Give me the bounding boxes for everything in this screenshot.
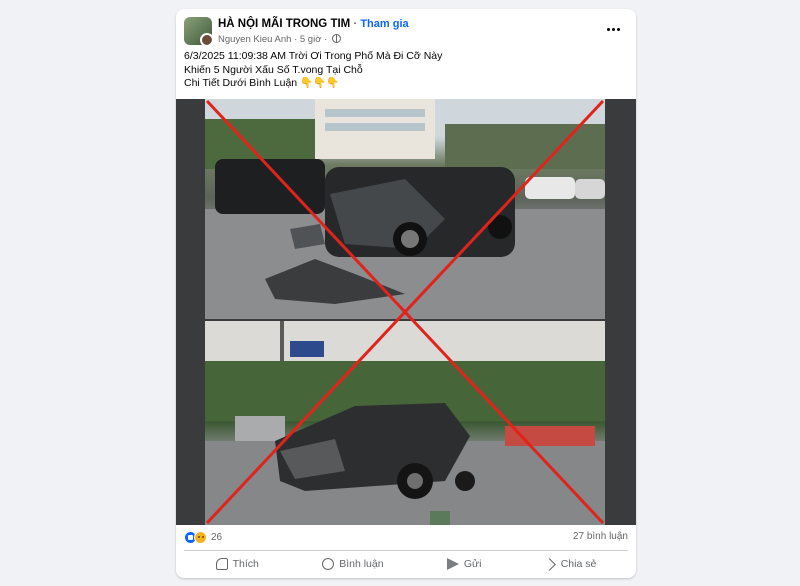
post-text: 6/3/2025 11:09:38 AM Trời Ơi Trong Phố M…	[184, 50, 624, 91]
join-group-button[interactable]: Tham gia	[360, 18, 408, 30]
divider	[184, 550, 628, 551]
send-label: Gửi	[463, 558, 482, 570]
share-label: Chia sẻ	[560, 558, 597, 570]
globe-icon	[331, 34, 341, 43]
comment-icon	[322, 558, 335, 570]
like-button[interactable]: Thích	[215, 554, 259, 574]
post-actions: Thích Bình luận Gửi Chia sẻ	[184, 554, 628, 574]
meta-separator: ·	[294, 34, 298, 45]
comment-label: Bình luận	[339, 558, 384, 570]
post-meta: Nguyen Kieu Anh · 5 giờ ·	[218, 34, 341, 45]
author-name[interactable]: Nguyen Kieu Anh	[218, 34, 291, 45]
reactions-summary[interactable]: 26	[184, 531, 222, 544]
group-name-row: HÀ NỘI MÃI TRONG TIM · Tham gia	[218, 18, 409, 30]
group-avatar[interactable]	[184, 17, 212, 45]
separator-dot: ·	[353, 18, 358, 30]
comment-button[interactable]: Bình luận	[322, 554, 384, 574]
more-options-icon[interactable]	[602, 21, 624, 37]
reaction-count[interactable]: 26	[211, 532, 222, 543]
thumbs-up-icon	[215, 558, 228, 570]
post-text-line: 6/3/2025 11:09:38 AM Trời Ơi Trong Phố M…	[184, 50, 443, 62]
sad-reaction-icon	[194, 531, 207, 544]
share-button[interactable]: Chia sẻ	[542, 554, 597, 574]
group-name-link[interactable]: HÀ NỘI MÃI TRONG TIM	[218, 18, 350, 30]
share-icon	[542, 557, 556, 571]
post-header: HÀ NỘI MÃI TRONG TIM · Tham gia Nguyen K…	[184, 17, 628, 51]
send-button[interactable]: Gửi	[446, 554, 482, 574]
post-text-line: Chi Tiết Dưới Bình Luận 👇👇👇	[184, 77, 340, 89]
send-icon	[446, 558, 459, 570]
post-stats: 26 27 bình luận	[184, 531, 628, 547]
like-label: Thích	[232, 558, 259, 570]
author-avatar[interactable]	[200, 33, 212, 45]
post-card: HÀ NỘI MÃI TRONG TIM · Tham gia Nguyen K…	[176, 9, 636, 578]
post-text-line: Khiến 5 Người Xấu Số T.vong Tại Chỗ	[184, 63, 363, 76]
fake-news-cross-mark	[205, 99, 605, 525]
post-media[interactable]	[176, 99, 636, 525]
post-time[interactable]: 5 giờ	[300, 34, 322, 45]
comment-count[interactable]: 27 bình luận	[573, 531, 628, 542]
meta-separator-2: ·	[324, 34, 328, 45]
